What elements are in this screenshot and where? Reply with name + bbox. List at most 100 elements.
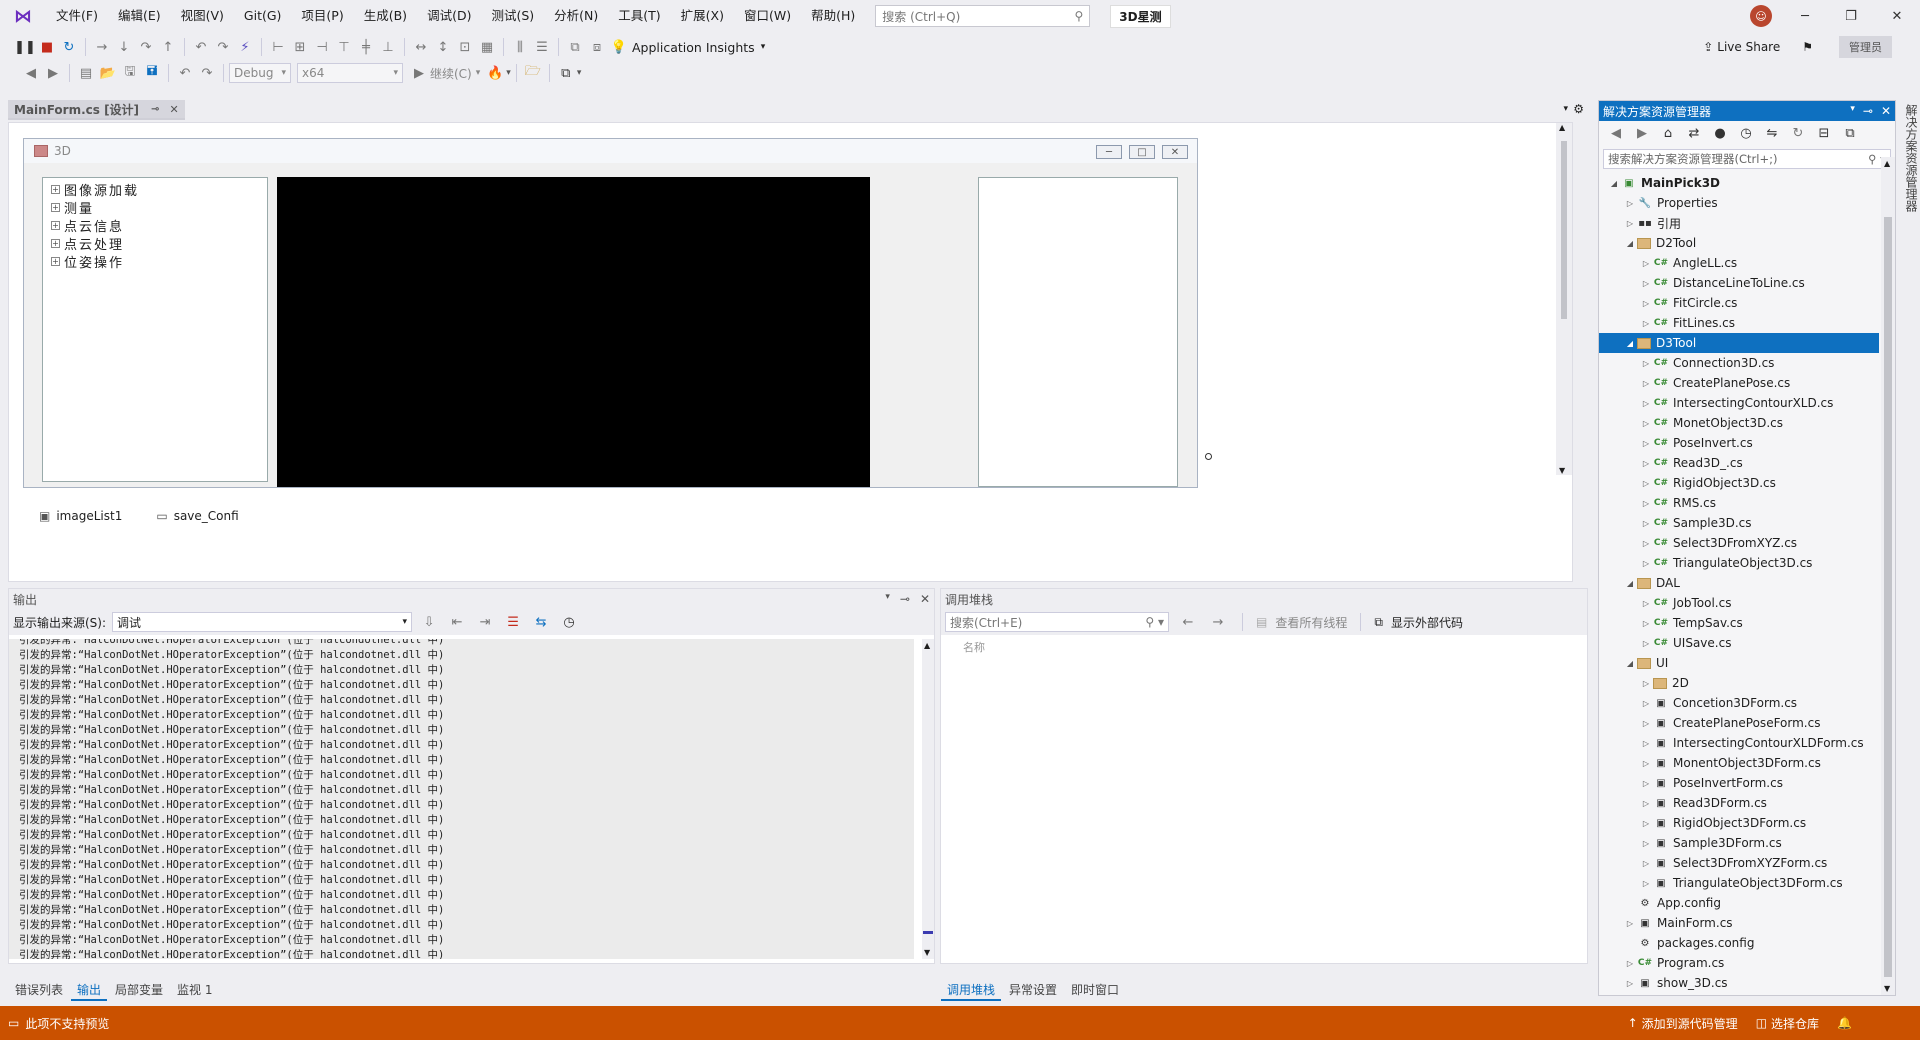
collapsed-arrow-icon[interactable]: ▷ [1639,399,1653,408]
previous-message-icon[interactable]: ⇤ [447,612,467,632]
restart-icon[interactable]: ↻ [59,37,79,57]
user-avatar[interactable]: ☺ [1750,5,1772,27]
show-next-statement-icon[interactable]: → [92,37,112,57]
menu-item[interactable]: 生成(B) [354,0,417,32]
scroll-thumb[interactable] [1884,217,1892,977]
form-close-icon[interactable]: ✕ [1162,145,1188,159]
collapsed-arrow-icon[interactable]: ▷ [1639,299,1653,308]
play-icon[interactable]: ▶ [409,63,429,83]
tray-item[interactable]: ▭ save_Confi [156,509,238,523]
solution-tree-item[interactable]: ▷ C# DistanceLineToLine.cs [1599,273,1895,293]
step-over-icon[interactable]: ↷ [136,37,156,57]
minimize-icon[interactable]: ─ [1782,0,1828,32]
send-to-back-icon[interactable]: ⧈ [587,37,607,57]
solution-tree-item[interactable]: ▷ C# IntersectingContourXLD.cs [1599,393,1895,413]
solution-tree-item[interactable]: ▷ C# AngleLL.cs [1599,253,1895,273]
collapsed-arrow-icon[interactable]: ▷ [1639,539,1653,548]
collapse-all-icon[interactable]: ⊟ [1814,123,1834,143]
solution-tree-item[interactable]: ◢ D3Tool [1599,333,1879,353]
solution-tree-item[interactable]: ▷ ▣ TriangulateObject3DForm.cs [1599,873,1895,893]
solution-tree-item[interactable]: ◢ UI [1599,653,1895,673]
scroll-up-icon[interactable]: ▲ [1884,159,1890,168]
expand-plus-icon[interactable]: + [51,184,60,194]
refresh-icon[interactable]: ↻ [1788,123,1808,143]
solution-tree-item[interactable]: ▷ C# Read3D_.cs [1599,453,1895,473]
home-icon[interactable]: ⌂ [1658,123,1678,143]
scroll-down-icon[interactable]: ▼ [1884,984,1890,993]
configuration-select[interactable]: Debug ▾ [229,63,291,83]
align-center-icon[interactable]: ⊞ [290,37,310,57]
show-external-code-button[interactable]: 显示外部代码 [1391,614,1463,631]
tree-node[interactable]: + 测量 [51,198,267,217]
make-same-height-icon[interactable]: ↕ [433,37,453,57]
solution-tree-item[interactable]: ▷ ▣ MonentObject3DForm.cs [1599,753,1895,773]
tree-node[interactable]: + 点云处理 [51,234,267,253]
undo-icon[interactable]: ↶ [175,63,195,83]
solution-tree-item[interactable]: ⚙ packages.config [1599,933,1895,953]
undo-icon[interactable]: ↶ [191,37,211,57]
collapsed-arrow-icon[interactable]: ▷ [1639,519,1653,528]
solution-explorer-search-input[interactable]: 搜索解决方案资源管理器(Ctrl+;) ⚲ ▾ [1603,149,1891,169]
call-stack-search-input[interactable]: 搜索(Ctrl+E) ⚲ ▾ [945,612,1169,632]
menu-item[interactable]: 文件(F) [46,0,108,32]
expand-plus-icon[interactable]: + [51,238,60,248]
collapsed-arrow-icon[interactable]: ▷ [1623,979,1637,988]
select-repo-button[interactable]: ◫ 选择仓库 [1756,1015,1819,1032]
solution-tree-item[interactable]: ▷ ▣ CreatePlanePoseForm.cs [1599,713,1895,733]
collapsed-arrow-icon[interactable]: ▷ [1639,319,1653,328]
menu-item[interactable]: 分析(N) [544,0,608,32]
settings-gear-icon[interactable]: ⚙ [1573,102,1584,116]
continue-button[interactable]: 继续(C) [430,65,472,82]
menu-item[interactable]: 调试(D) [417,0,481,32]
solution-tree-item[interactable]: ⚙ App.config [1599,893,1895,913]
window-layout-icon[interactable]: ⧉ [556,63,576,83]
step-out-icon[interactable]: ↑ [158,37,178,57]
solution-tree-item[interactable]: ▷ ▣ MainForm.cs [1599,913,1895,933]
collapsed-arrow-icon[interactable]: ▷ [1639,259,1653,268]
redo-icon[interactable]: ↷ [197,63,217,83]
menu-item[interactable]: 帮助(H) [801,0,865,32]
scroll-up-icon[interactable]: ▲ [924,641,930,650]
chevron-down-icon[interactable]: ▾ [506,68,511,78]
solution-tree-item[interactable]: ▷ ▣ RigidObject3DForm.cs [1599,813,1895,833]
solution-tree-item[interactable]: ▷ ▣ show_3D.cs [1599,973,1895,993]
notification-bell-icon[interactable]: 🔔 [1837,1016,1852,1030]
output-text[interactable]: 引发的异常:“HalconDotNet.HOperatorException”(… [9,639,914,959]
expanded-arrow-icon[interactable]: ◢ [1623,579,1637,588]
solution-tree-item[interactable]: ▷ C# MonetObject3D.cs [1599,413,1895,433]
clear-all-icon[interactable]: ☰ [503,612,523,632]
bring-to-front-icon[interactable]: ⧉ [565,37,585,57]
solution-tree-item[interactable]: ◢ D2Tool [1599,233,1895,253]
collapsed-arrow-icon[interactable]: ▷ [1639,639,1653,648]
tray-item[interactable]: ▣ imageList1 [39,509,122,523]
collapsed-arrow-icon[interactable]: ▷ [1639,359,1653,368]
menu-item[interactable]: 项目(P) [291,0,353,32]
chevron-down-icon[interactable]: ▾ [761,42,766,52]
collapsed-arrow-icon[interactable]: ▷ [1639,439,1653,448]
feedback-icon[interactable]: ⚑ [1802,40,1813,54]
solution-tree-item[interactable]: ▷ C# TriangulateObject3D.cs [1599,553,1895,573]
forward-icon[interactable]: ▶ [1632,123,1652,143]
expanded-arrow-icon[interactable]: ◢ [1607,179,1621,188]
word-wrap-icon[interactable]: ⇆ [531,612,551,632]
solution-tree-item[interactable]: ▷ C# Sample3D.cs [1599,513,1895,533]
collapsed-arrow-icon[interactable]: ▷ [1623,219,1637,228]
property-panel[interactable] [978,177,1178,487]
solution-tree-item[interactable]: ▷ ▣ Select3DFromXYZForm.cs [1599,853,1895,873]
bottom-tab[interactable]: 即时窗口 [1065,979,1125,1001]
collapsed-arrow-icon[interactable]: ▷ [1639,459,1653,468]
tree-node[interactable]: + 图像源加载 [51,180,267,199]
menu-item[interactable]: 测试(S) [481,0,544,32]
collapsed-arrow-icon[interactable]: ▷ [1639,799,1653,808]
align-top-icon[interactable]: ⊤ [334,37,354,57]
redo-icon[interactable]: ↷ [213,37,233,57]
sync-icon[interactable]: ⇋ [1762,123,1782,143]
visual-studio-logo-icon[interactable]: ⋈ [12,5,34,27]
align-left-icon[interactable]: ⊢ [268,37,288,57]
browse-icon[interactable]: 🗁 [523,63,543,83]
bottom-tab[interactable]: 局部变量 [109,979,169,1001]
output-source-select[interactable]: 调试 ▾ [112,612,413,632]
navigate-back-icon[interactable]: ◀ [21,63,41,83]
stop-icon[interactable]: ■ [37,37,57,57]
solution-tree-item[interactable]: ▷ ▣ Sample3DForm.cs [1599,833,1895,853]
